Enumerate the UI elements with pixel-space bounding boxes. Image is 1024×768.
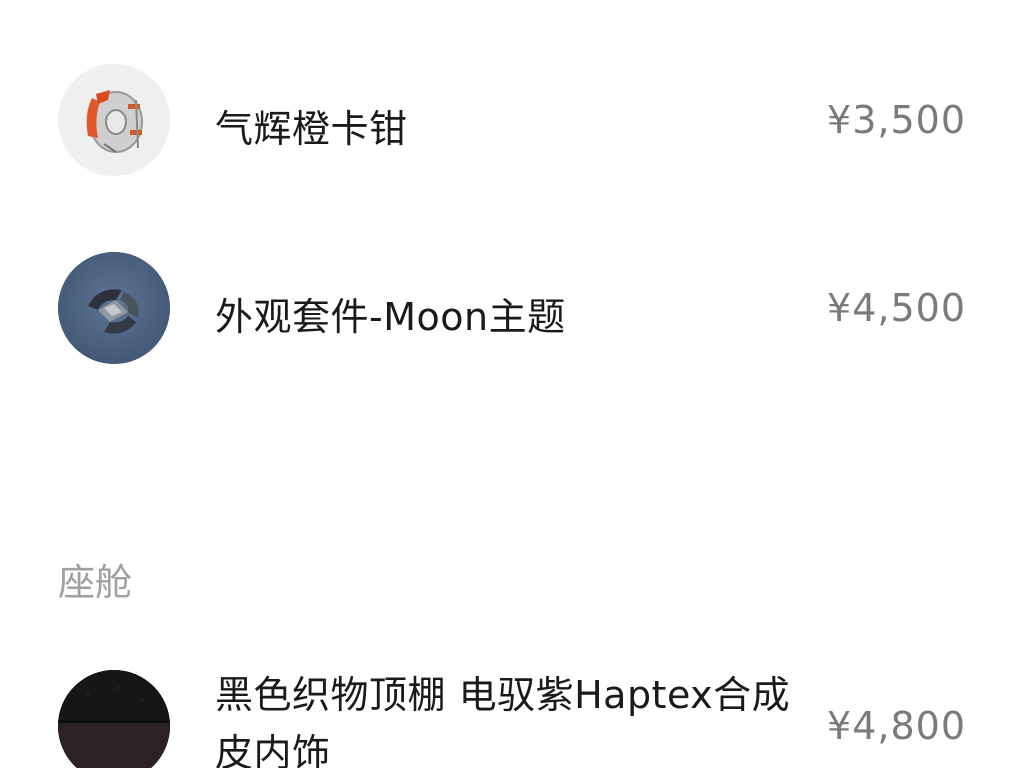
option-name: 气辉橙卡钳: [215, 107, 408, 151]
orange-brake-caliper-icon: [58, 64, 170, 176]
option-row-moon-theme[interactable]: 外观套件-Moon主题 ¥4,500: [0, 252, 1024, 366]
options-list-page: 气辉橙卡钳 ¥3,500 外观套件-Moon主题 ¥4,500 座舱 黑色织物顶…: [0, 0, 1024, 768]
section-label-cabin: 座舱: [58, 561, 132, 604]
option-price: ¥4,800: [827, 704, 966, 748]
interior-fabric-swatch-icon: [58, 670, 170, 768]
moon-theme-wheel-icon: [58, 252, 170, 364]
option-name: 黑色织物顶棚 电驭紫Haptex合成皮内饰: [215, 673, 791, 768]
option-row-caliper[interactable]: 气辉橙卡钳 ¥3,500: [0, 64, 1024, 178]
option-row-interior[interactable]: 黑色织物顶棚 电驭紫Haptex合成皮内饰 ¥4,800: [0, 670, 1024, 768]
option-price: ¥3,500: [827, 98, 966, 142]
option-name: 外观套件-Moon主题: [215, 295, 566, 339]
option-price: ¥4,500: [827, 286, 966, 330]
